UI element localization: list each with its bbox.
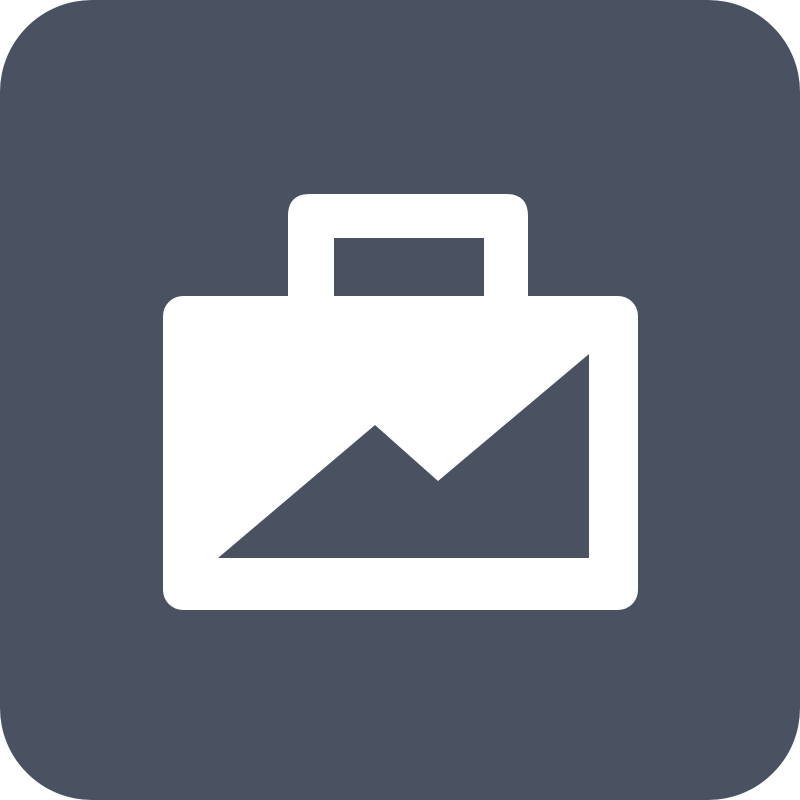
- briefcase-chart-icon: [163, 194, 638, 610]
- briefcase-handle: [288, 194, 528, 296]
- app-icon[interactable]: [0, 0, 800, 800]
